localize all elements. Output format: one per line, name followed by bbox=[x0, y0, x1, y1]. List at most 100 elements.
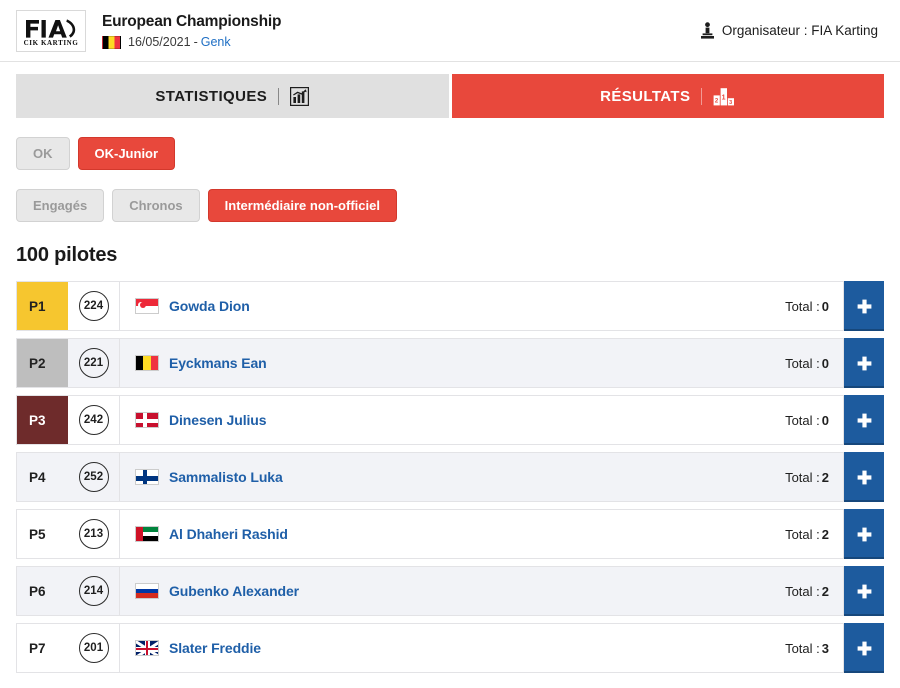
tab-separator bbox=[278, 87, 280, 105]
total-label: Total : bbox=[785, 469, 820, 485]
total-value: 0 bbox=[821, 355, 829, 371]
table-row: P1 224 Gowda Dion Total :0 bbox=[16, 281, 884, 331]
expand-row-button[interactable] bbox=[843, 509, 884, 559]
driver-name-link[interactable]: Sammalisto Luka bbox=[169, 469, 283, 485]
tab-statistiques[interactable]: STATISTIQUES bbox=[16, 74, 449, 118]
fi-flag-icon bbox=[135, 469, 159, 485]
total-value: 2 bbox=[821, 583, 829, 599]
driver-cell: Gubenko Alexander bbox=[120, 567, 785, 615]
podium-person-icon bbox=[700, 22, 714, 39]
driver-name-link[interactable]: Slater Freddie bbox=[169, 640, 261, 656]
svg-text:2: 2 bbox=[715, 98, 719, 104]
driver-cell: Eyckmans Ean bbox=[120, 339, 785, 387]
tab-statistiques-label: STATISTIQUES bbox=[155, 87, 268, 105]
session-button-engages[interactable]: Engagés bbox=[16, 189, 105, 222]
kart-number-badge: 252 bbox=[78, 462, 109, 492]
total-value: 2 bbox=[821, 469, 829, 485]
position-badge: P7 bbox=[29, 640, 46, 656]
expand-row-button[interactable] bbox=[843, 623, 884, 673]
driver-cell: Sammalisto Luka bbox=[120, 453, 785, 501]
organiser-block: Organisateur : FIA Karting bbox=[700, 22, 878, 39]
category-button-ok-junior[interactable]: OK-Junior bbox=[77, 137, 176, 170]
ru-flag-icon bbox=[135, 583, 159, 599]
total-label: Total : bbox=[785, 412, 820, 428]
table-row: P7 201 Slater Freddie Total :3 bbox=[16, 623, 884, 673]
table-row: P2 221 Eyckmans Ean Total :0 bbox=[16, 338, 884, 388]
sg-flag-icon bbox=[135, 298, 159, 314]
podium-icon: 2 1 3 bbox=[713, 87, 735, 106]
total-cell: Total :2 bbox=[785, 567, 843, 615]
position-badge: P5 bbox=[29, 526, 46, 542]
event-date: 16/05/2021 bbox=[128, 35, 191, 49]
total-label: Total : bbox=[785, 526, 820, 542]
driver-name-link[interactable]: Eyckmans Ean bbox=[169, 355, 267, 371]
total-cell: Total :2 bbox=[785, 453, 843, 501]
expand-row-button[interactable] bbox=[843, 566, 884, 616]
kart-number-badge: 242 bbox=[78, 405, 109, 435]
dk-flag-icon bbox=[135, 412, 159, 428]
position-badge: P4 bbox=[29, 469, 46, 485]
belgium-flag-icon bbox=[102, 35, 121, 49]
session-button-chronos[interactable]: Chronos bbox=[112, 189, 200, 222]
driver-name-link[interactable]: Dinesen Julius bbox=[169, 412, 267, 428]
event-separator: - bbox=[193, 35, 198, 49]
table-row: P5 213 Al Dhaheri Rashid Total :2 bbox=[16, 509, 884, 559]
total-value: 0 bbox=[821, 412, 829, 428]
kart-number-badge: 201 bbox=[78, 633, 109, 663]
kart-number-cell: 213 bbox=[68, 510, 120, 558]
table-row: P3 242 Dinesen Julius Total :0 bbox=[16, 395, 884, 445]
total-cell: Total :0 bbox=[785, 282, 843, 330]
session-filter-row: Engagés Chronos Intermédiaire non-offici… bbox=[16, 189, 884, 222]
kart-number-cell: 252 bbox=[68, 453, 120, 501]
driver-cell: Slater Freddie bbox=[120, 624, 785, 672]
svg-text:1: 1 bbox=[722, 94, 726, 101]
tab-separator bbox=[701, 87, 703, 105]
table-row: P4 252 Sammalisto Luka Total :2 bbox=[16, 452, 884, 502]
table-row: P6 214 Gubenko Alexander Total :2 bbox=[16, 566, 884, 616]
category-filter-row: OK OK-Junior bbox=[16, 137, 884, 170]
plus-icon bbox=[857, 299, 871, 313]
kart-number-badge: 214 bbox=[78, 576, 109, 606]
total-label: Total : bbox=[785, 640, 820, 656]
svg-text:3: 3 bbox=[730, 100, 733, 106]
total-label: Total : bbox=[785, 355, 820, 371]
expand-row-button[interactable] bbox=[843, 281, 884, 331]
driver-cell: Al Dhaheri Rashid bbox=[120, 510, 785, 558]
position-badge: P1 bbox=[17, 282, 68, 330]
position-badge: P6 bbox=[29, 583, 46, 599]
organiser-label: Organisateur : FIA Karting bbox=[721, 23, 878, 38]
main-tabs: STATISTIQUES RÉSULTATS 2 1 3 bbox=[16, 74, 884, 118]
driver-name-link[interactable]: Al Dhaheri Rashid bbox=[169, 526, 288, 542]
ae-flag-icon bbox=[135, 526, 159, 542]
total-label: Total : bbox=[785, 583, 820, 599]
pilot-count-heading: 100 pilotes bbox=[16, 244, 118, 266]
total-value: 0 bbox=[821, 298, 829, 314]
be-flag-icon bbox=[135, 355, 159, 371]
kart-number-cell: 214 bbox=[68, 567, 120, 615]
session-button-intermediaire[interactable]: Intermédiaire non-officiel bbox=[207, 189, 397, 222]
driver-cell: Gowda Dion bbox=[120, 282, 785, 330]
svg-text:CIK KARTING: CIK KARTING bbox=[24, 39, 79, 47]
position-badge: P3 bbox=[17, 396, 68, 444]
event-city-link[interactable]: Genk bbox=[201, 35, 231, 49]
category-button-ok[interactable]: OK bbox=[16, 137, 70, 170]
driver-name-link[interactable]: Gubenko Alexander bbox=[169, 583, 299, 599]
tab-resultats-label: RÉSULTATS bbox=[600, 87, 691, 105]
expand-row-button[interactable] bbox=[843, 338, 884, 388]
kart-number-badge: 221 bbox=[78, 348, 109, 378]
total-cell: Total :3 bbox=[785, 624, 843, 672]
driver-name-link[interactable]: Gowda Dion bbox=[169, 298, 250, 314]
plus-icon bbox=[857, 470, 871, 484]
kart-number-cell: 224 bbox=[68, 282, 120, 330]
plus-icon bbox=[857, 413, 871, 427]
event-subtitle: 16/05/2021 - Genk bbox=[102, 35, 281, 49]
expand-row-button[interactable] bbox=[843, 452, 884, 502]
page-header: CIK KARTING European Championship 16/05/… bbox=[0, 0, 900, 62]
plus-icon bbox=[857, 356, 871, 370]
kart-number-cell: 221 bbox=[68, 339, 120, 387]
plus-icon bbox=[857, 527, 871, 541]
gb-flag-icon bbox=[135, 640, 159, 656]
expand-row-button[interactable] bbox=[843, 395, 884, 445]
kart-number-cell: 242 bbox=[68, 396, 120, 444]
tab-resultats[interactable]: RÉSULTATS 2 1 3 bbox=[451, 74, 884, 118]
